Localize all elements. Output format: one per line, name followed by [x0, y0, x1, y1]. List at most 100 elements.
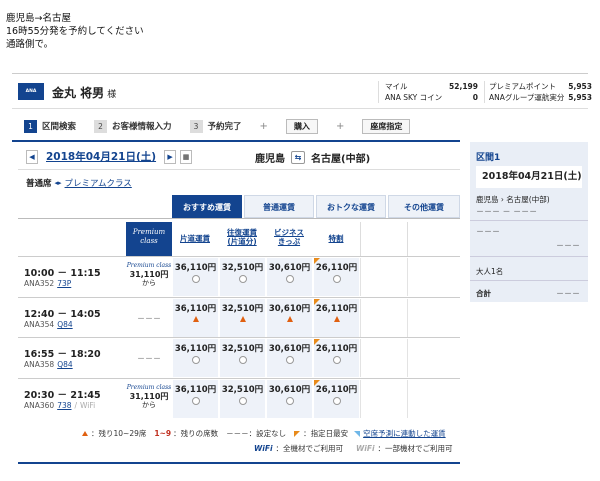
summary-title: 区間1 [476, 153, 501, 163]
legend-dash-text: ：設定なし [248, 429, 287, 438]
fare-radio[interactable] [285, 275, 294, 283]
flight-info: ANA360 738/WiFi [24, 401, 95, 410]
prev-date-button[interactable]: ◀ [26, 149, 38, 164]
tab-discount[interactable]: おトクな運賃 [316, 195, 386, 218]
seat-selection-step-button[interactable]: 座席指定 [362, 118, 411, 134]
header-round-trip[interactable]: 往復運賃 (片道分) [219, 228, 265, 246]
fare-cell[interactable]: 32,510円 [219, 299, 265, 337]
premium-class-cell[interactable]: Premium class 31,110円 から [126, 383, 172, 410]
tab-other[interactable]: その他運賃 [388, 195, 460, 218]
fare-radio[interactable] [238, 397, 247, 405]
premium-points-label: プレミアムポイント [489, 82, 556, 91]
aircraft-link[interactable]: Q84 [57, 360, 72, 369]
fare-radio[interactable] [332, 275, 341, 283]
lowest-fare-flag-icon [314, 380, 320, 386]
fare-cell[interactable]: 32,510円 [219, 339, 265, 377]
premium-suffix: から [142, 401, 156, 409]
fare-radio[interactable] [238, 275, 247, 283]
header-one-way[interactable]: 片道運賃 [172, 234, 218, 243]
lowest-fare-flag-icon [314, 258, 320, 264]
honorific: 様 [107, 90, 117, 100]
header-round-trip-line2: (片道分) [227, 237, 257, 246]
fare-radio[interactable] [285, 356, 294, 364]
header-tokuwari[interactable]: 特割 [313, 234, 359, 243]
passenger-count: 大人1名 [476, 267, 504, 276]
flight-row: 20:30 － 21:45 ANA360 738/WiFi Premium class… [18, 378, 460, 418]
fare-cell[interactable]: 32,510円 [219, 380, 265, 418]
fare-cell[interactable]: 30,610円 [266, 339, 312, 377]
current-cabin: 普通席 [26, 179, 52, 189]
fare-radio[interactable] [332, 397, 341, 405]
fare-cell[interactable]: 26,110円 [313, 380, 359, 418]
few-seats-triangle-icon [333, 316, 340, 322]
premium-class-cell[interactable]: Premium class 31,110円 から [126, 261, 172, 288]
fare-cell[interactable]: 30,610円 [266, 299, 312, 337]
premium-price: 31,110円 [129, 270, 169, 279]
fare-cell[interactable]: 26,110円 [313, 299, 359, 337]
premium-class-header: Premium class [126, 222, 172, 256]
header-empty [407, 222, 408, 256]
divider [470, 256, 588, 257]
premium-class-label: Premium class [126, 384, 172, 391]
premium-suffix: から [142, 279, 156, 287]
lowest-fare-flag-icon [314, 339, 320, 345]
divider [12, 140, 460, 142]
fare-cell[interactable]: 36,110円 [172, 299, 218, 337]
fare-cell[interactable]: 36,110円 [172, 258, 218, 296]
fare-cell[interactable]: 30,610円 [266, 258, 312, 296]
wifi-all-text: ：全機材でご利用可 [275, 444, 344, 453]
swap-icon[interactable]: ⇆ [291, 151, 305, 164]
fare-cell[interactable]: 26,110円 [313, 258, 359, 296]
fare-radio[interactable] [238, 356, 247, 364]
aircraft-link[interactable]: 73P [57, 279, 71, 288]
flight-number: ANA354 [24, 320, 55, 329]
summary-date: 2018年04月21日(土) [476, 166, 582, 188]
divider [18, 462, 460, 464]
premium-class-link[interactable]: プレミアムクラス [65, 177, 132, 189]
summary-fare: －－－ [556, 241, 580, 250]
tab-recommended[interactable]: おすすめ運賃 [172, 195, 242, 218]
next-date-button[interactable]: ▶ [164, 149, 177, 164]
fare-price: 36,110円 [174, 263, 217, 273]
purchase-step-button[interactable]: 購入 [285, 118, 318, 134]
fare-radio[interactable] [191, 275, 200, 283]
premium-points-value: 5,953 [568, 82, 592, 91]
flight-info: ANA354 Q84 [24, 320, 73, 329]
class-label: class [140, 237, 158, 245]
tab-regular[interactable]: 普通運賃 [244, 195, 314, 218]
aircraft-link[interactable]: 738 [57, 401, 71, 410]
flight-info: ANA358 Q84 [24, 360, 73, 369]
instruction-line: 16時55分発を予約してください [6, 26, 144, 37]
header-business-line1: ビジネス [274, 228, 304, 237]
header-round-trip-line1: 往復運賃 [227, 228, 257, 237]
fare-radio[interactable] [191, 356, 200, 364]
fare-radio[interactable] [191, 397, 200, 405]
wifi-legend-all: WiFi ：全機材でご利用可 [254, 443, 343, 454]
search-date[interactable]: 2018年04月21日(土) [46, 149, 156, 164]
header-business[interactable]: ビジネス きっぷ [266, 228, 312, 246]
route: 鹿児島 ⇆ 名古屋(中部) [255, 150, 370, 165]
destination: 名古屋(中部) [311, 154, 371, 165]
aircraft-link[interactable]: Q84 [57, 320, 72, 329]
instruction-text: 鹿児島→名古屋 16時55分発を予約してください 通路側で。 [6, 12, 144, 51]
divider [470, 280, 588, 281]
step-1: 1 区間検索 [24, 119, 76, 133]
legend-link[interactable]: 空席予測に連動した運賃 [363, 428, 446, 439]
flight-time: 10:00 － 11:15 [24, 268, 101, 279]
empty-fare-column [360, 258, 406, 296]
fare-cell[interactable]: 32,510円 [219, 258, 265, 296]
header-business-line2: きっぷ [277, 237, 301, 246]
fare-price: 26,110円 [315, 344, 358, 354]
fare-radio[interactable] [285, 397, 294, 405]
group-label: ANAグループ運航実分 [489, 93, 565, 102]
flight-number: ANA358 [24, 360, 55, 369]
wifi-legend-part: WiFi ：一部機材でご利用可 [356, 443, 453, 454]
fare-cell[interactable]: 36,110円 [172, 339, 218, 377]
fare-cell[interactable]: 36,110円 [172, 380, 218, 418]
few-seats-triangle-icon [239, 316, 246, 322]
fare-cell[interactable]: 26,110円 [313, 339, 359, 377]
calendar-icon[interactable]: ▦ [180, 149, 193, 164]
fare-radio[interactable] [332, 356, 341, 364]
summary-route: 鹿児島 › 名古屋(中部) [476, 195, 550, 204]
fare-cell[interactable]: 30,610円 [266, 380, 312, 418]
